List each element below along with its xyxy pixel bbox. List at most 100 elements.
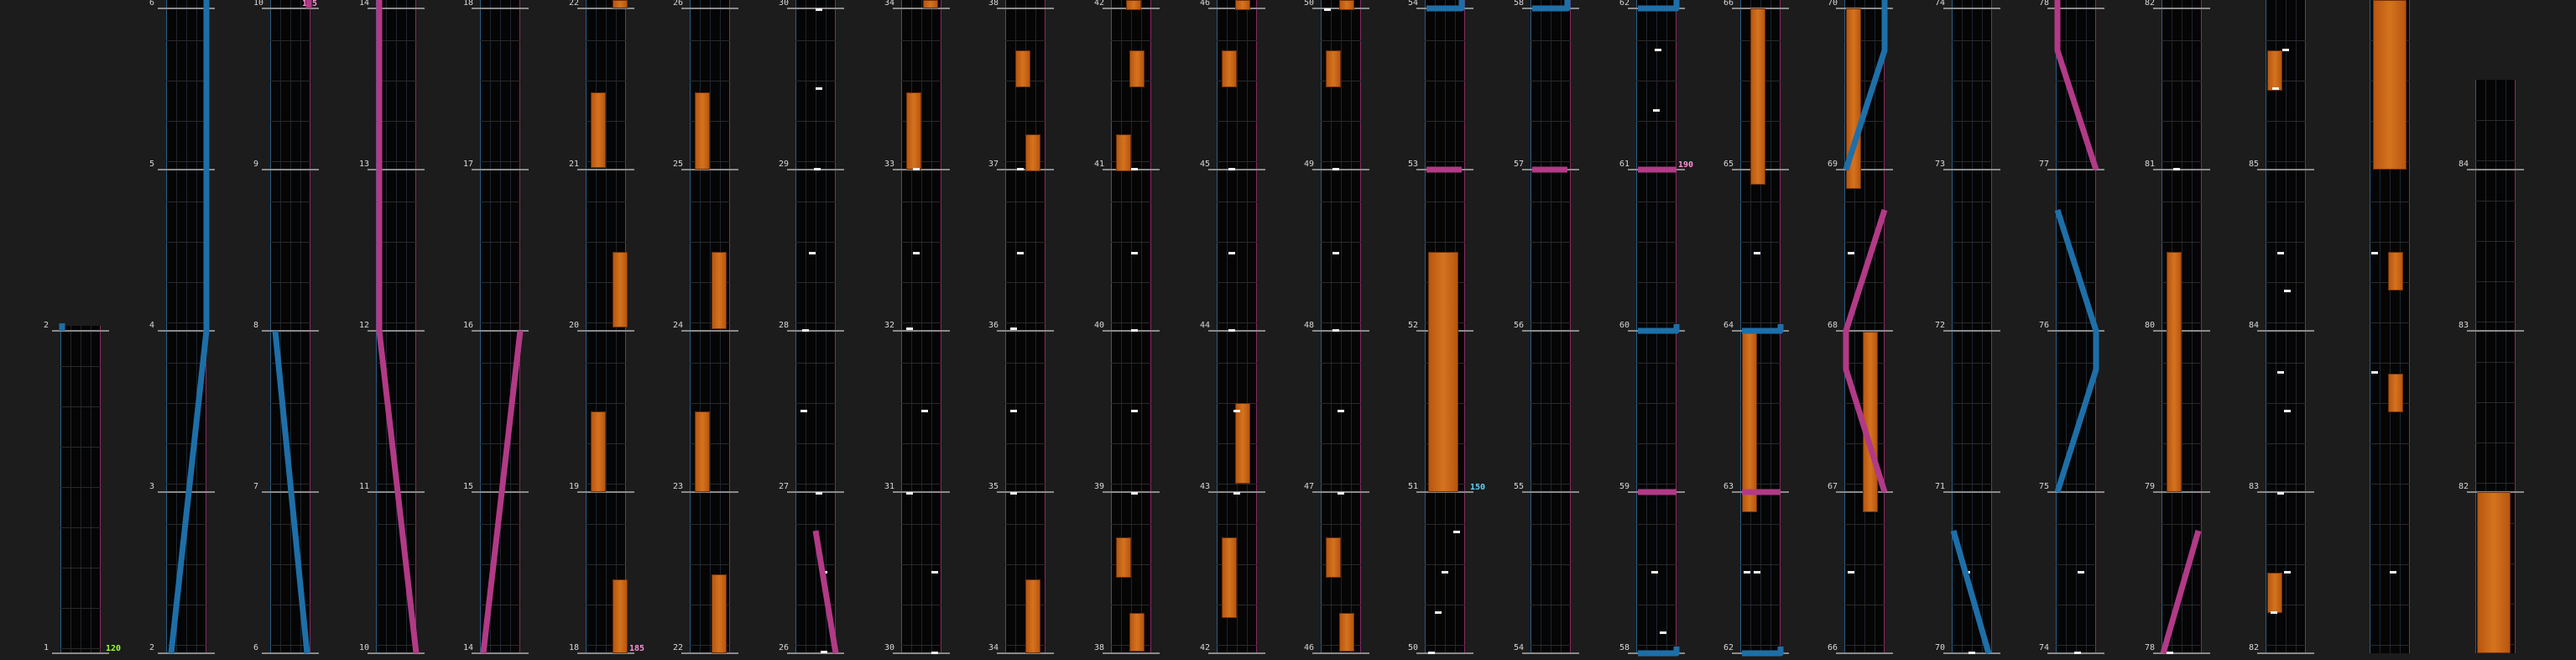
beat-line — [1425, 121, 1465, 122]
tap-note — [906, 492, 913, 495]
measure-line — [52, 652, 109, 654]
beat-line — [1005, 443, 1046, 444]
tap-note — [1017, 252, 1024, 254]
lane-divider — [1864, 0, 1865, 653]
measure-number: 62 — [1619, 0, 1630, 8]
beat-line — [270, 242, 310, 243]
measure-number: 83 — [2459, 321, 2469, 330]
beat-line — [2370, 443, 2410, 444]
tap-note — [2284, 410, 2291, 412]
measure-line — [368, 330, 425, 332]
beat-line — [270, 443, 310, 444]
beat-line — [1111, 443, 1151, 444]
beat-line — [1530, 322, 1571, 323]
lane-divider — [1646, 0, 1647, 653]
measure-line — [1836, 8, 1893, 9]
measure-line — [2467, 169, 2524, 170]
tap-note — [913, 252, 920, 254]
measure-line — [2467, 330, 2524, 332]
chart-column — [376, 0, 416, 653]
measure-number: 65 — [1723, 160, 1734, 169]
measure-line — [1628, 491, 1685, 493]
beat-line — [166, 443, 206, 444]
beat-line — [1636, 645, 1676, 646]
lane-divider — [196, 0, 197, 653]
measure-line — [2257, 169, 2314, 170]
measure-number: 36 — [988, 321, 999, 330]
measure-line — [2257, 330, 2314, 332]
measure-line — [893, 330, 950, 332]
chart-editor-stage: 1 2 2 3 4 5 6 6 7 8 9 10 10 11 12 13 14 14 15 16 17 18 18 19 20 2… — [0, 0, 2576, 660]
beat-line — [376, 282, 416, 283]
beat-line — [901, 645, 941, 646]
measure-line — [1522, 169, 1579, 170]
measure-line — [787, 330, 844, 332]
beat-line — [2370, 363, 2410, 364]
beat-line — [1530, 564, 1571, 565]
hold-note — [2477, 492, 2511, 653]
beat-line — [1952, 403, 1992, 404]
tap-note — [1655, 49, 1661, 51]
tap-note — [2272, 87, 2279, 90]
measure-line — [2047, 491, 2104, 493]
measure-line — [577, 169, 634, 170]
measure-line — [1732, 330, 1789, 332]
beat-line — [1740, 242, 1781, 243]
beat-line — [376, 403, 416, 404]
hold-note — [591, 92, 606, 168]
measure-number: 17 — [463, 160, 474, 169]
hold-note — [2167, 252, 2182, 492]
measure-number: 71 — [1935, 482, 1946, 491]
lane-divider — [921, 0, 922, 653]
chart-column — [1952, 0, 1992, 653]
beat-line — [2056, 443, 2096, 444]
measure-number: 79 — [2145, 482, 2156, 491]
measure-number: 49 — [1304, 160, 1315, 169]
tap-note — [2277, 492, 2284, 495]
hold-note — [1750, 8, 1765, 185]
tap-note — [1338, 410, 1344, 412]
beat-line — [2266, 242, 2306, 243]
beat-line — [690, 564, 730, 565]
beat-line — [166, 645, 206, 646]
beat-line — [1111, 484, 1151, 485]
chart-column — [2266, 0, 2306, 653]
tap-note — [1338, 492, 1344, 495]
measure-line — [893, 8, 950, 9]
measure-number: 7 — [253, 482, 259, 491]
lane-divider — [826, 0, 827, 653]
beat-line — [60, 406, 101, 407]
measure-line — [1312, 169, 1369, 170]
tap-note — [802, 329, 809, 332]
beat-line — [1530, 645, 1571, 646]
measure-line — [1208, 169, 1265, 170]
beat-line — [2266, 282, 2306, 283]
measure-line — [1103, 652, 1160, 654]
measure-line — [472, 330, 529, 332]
beat-line — [2161, 242, 2202, 243]
lane-right-border — [2409, 0, 2410, 653]
hold-note — [1235, 0, 1250, 10]
beat-line — [270, 40, 310, 41]
beat-line — [2370, 242, 2410, 243]
lane-left-border — [1530, 0, 1531, 653]
tap-note — [800, 410, 807, 412]
tap-note — [1131, 252, 1138, 254]
lane-divider — [2296, 0, 2297, 653]
tap-note — [1131, 410, 1138, 412]
hold-note — [1025, 579, 1040, 653]
measure-line — [681, 491, 738, 493]
bpm-marker: 120 — [106, 644, 122, 653]
beat-line — [1321, 242, 1361, 243]
beat-line — [1425, 242, 1465, 243]
beat-line — [1636, 242, 1676, 243]
beat-line — [1005, 40, 1046, 41]
tap-note — [1651, 571, 1658, 574]
measure-number: 39 — [1094, 482, 1105, 491]
lane-divider — [510, 0, 511, 653]
tap-note — [2167, 652, 2173, 654]
beat-line — [795, 161, 836, 162]
lane-divider — [1962, 0, 1963, 653]
beat-line — [586, 524, 626, 525]
hold-note — [1339, 613, 1354, 652]
